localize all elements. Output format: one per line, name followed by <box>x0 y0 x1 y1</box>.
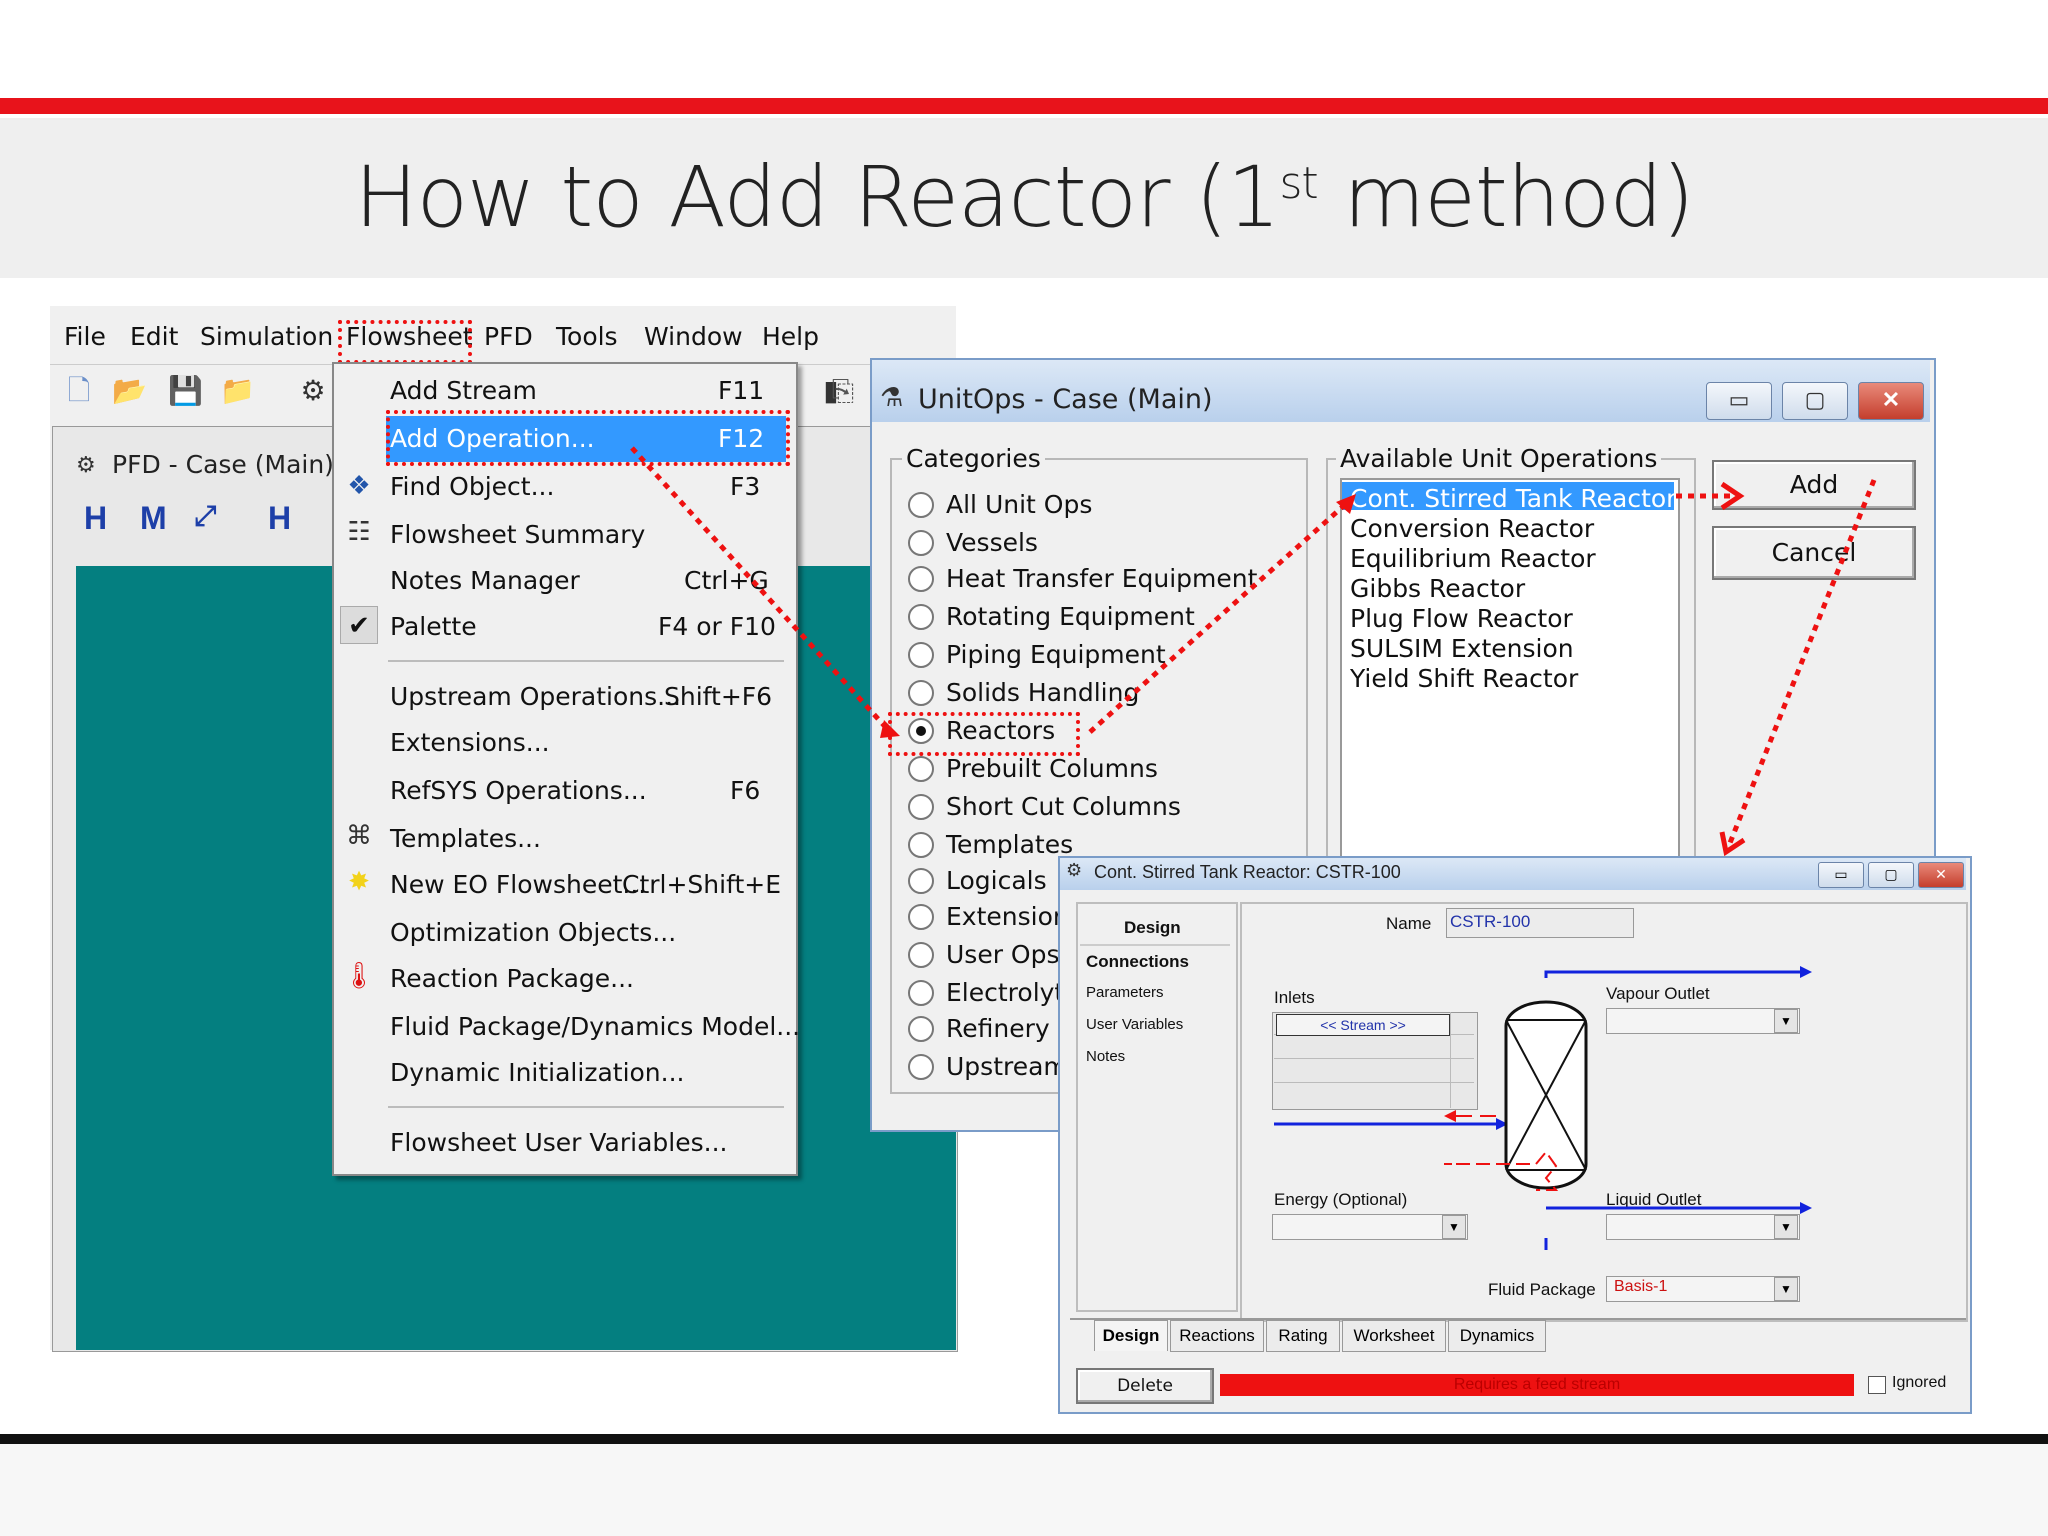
arrow-head-icon <box>1336 494 1356 514</box>
arrow-to-reactors <box>630 446 892 734</box>
arrow-to-cstr-window <box>1725 479 1877 849</box>
annotation-arrows <box>630 446 1877 857</box>
arrow-to-cstr <box>1088 500 1350 734</box>
